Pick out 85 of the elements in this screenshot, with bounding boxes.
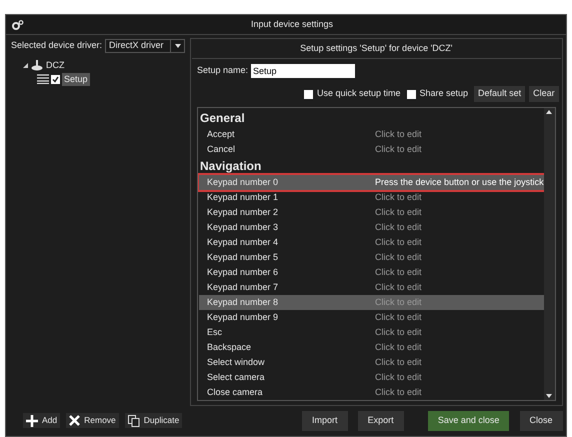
binding-value: Click to edit: [375, 128, 422, 141]
binding-value: Click to edit: [375, 190, 422, 204]
toolbar-button[interactable]: Duplicate: [124, 413, 182, 428]
setup-name-field[interactable]: Setup: [251, 64, 356, 78]
binding-row[interactable]: Select camera Click to edit: [199, 370, 544, 385]
binding-row[interactable]: Keypad number 2 Click to edit: [199, 205, 544, 220]
action-name: Close camera: [206, 386, 264, 399]
action-name: Keypad number 4: [206, 236, 280, 249]
binding-value: Click to edit: [375, 142, 422, 156]
action-name: Keypad number 9: [206, 310, 280, 324]
binding-row[interactable]: Keypad number 8 Click to edit: [199, 295, 544, 310]
dialog-button[interactable]: Save and close: [428, 411, 510, 431]
binding-value: Click to edit: [375, 280, 422, 294]
option-label[interactable]: Share setup: [420, 87, 468, 101]
scroll-down-icon[interactable]: [546, 394, 552, 398]
binding-value: Click to edit: [375, 326, 422, 339]
joystick-icon: [31, 60, 43, 72]
checkbox[interactable]: [406, 90, 416, 98]
copy-icon: [128, 414, 140, 426]
binding-value: Click to edit: [375, 340, 422, 354]
action-name: Keypad number 3: [206, 220, 280, 234]
binding-value: Click to edit: [375, 370, 422, 384]
scrollbar[interactable]: [544, 108, 555, 400]
binding-row[interactable]: Keypad number 6 Click to edit: [199, 265, 544, 280]
expander-icon[interactable]: [23, 63, 28, 68]
binding-row[interactable]: Keypad number 7 Click to edit: [199, 280, 544, 295]
close-icon: [69, 415, 80, 426]
action-name: Keypad number 6: [206, 266, 280, 279]
option-button[interactable]: Default set: [474, 86, 526, 102]
binding-row[interactable]: Keypad number 9 Click to edit: [199, 310, 544, 325]
binding-row[interactable]: Close camera Click to edit: [199, 385, 544, 400]
binding-row[interactable]: Select window Click to edit: [199, 355, 544, 370]
binding-value: Click to edit: [375, 220, 422, 234]
binding-value: Click to edit: [375, 236, 422, 249]
binding-row[interactable]: Keypad number 1 Click to edit: [199, 190, 544, 205]
group-heading: Navigation: [199, 158, 262, 175]
action-name: Cancel: [206, 142, 236, 156]
action-name: Esc: [206, 326, 224, 339]
binding-value: Click to edit: [375, 356, 422, 369]
toolbar-button[interactable]: Remove: [66, 413, 119, 428]
dialog-button[interactable]: Import: [302, 411, 348, 431]
binding-value: Click to edit: [375, 386, 422, 399]
dialog-button[interactable]: Close: [520, 411, 563, 431]
toolbar-button[interactable]: Add: [23, 413, 60, 428]
panel-title: Setup settings 'Setup' for device 'DCZ': [192, 39, 561, 59]
action-name: Keypad number 7: [206, 280, 280, 294]
action-name: Keypad number 2: [206, 206, 280, 219]
binding-value: Click to edit: [375, 206, 422, 219]
action-name: Backspace: [206, 340, 252, 354]
binding-row[interactable]: Esc Click to edit: [199, 325, 544, 340]
binding-row[interactable]: Cancel Click to edit: [199, 142, 544, 157]
binding-value: Press the device button or use the joystick: [375, 176, 544, 189]
action-name: Keypad number 1: [206, 190, 280, 204]
checkbox[interactable]: [51, 74, 60, 84]
binding-value: Click to edit: [375, 296, 422, 309]
binding-value: Click to edit: [375, 310, 422, 324]
action-name: Keypad number 0: [206, 176, 280, 189]
option-label[interactable]: Use quick setup time: [316, 87, 400, 101]
binding-value: Click to edit: [375, 266, 422, 279]
action-name: Select camera: [206, 370, 266, 384]
binding-row[interactable]: Keypad number 5 Click to edit: [199, 250, 544, 265]
plus-icon: [26, 414, 38, 426]
scroll-up-icon[interactable]: [546, 110, 552, 114]
binding-row[interactable]: Backspace Click to edit: [199, 340, 544, 355]
dialog-button[interactable]: Export: [358, 411, 404, 431]
action-name: Accept: [206, 128, 236, 141]
binding-row[interactable]: Accept Click to edit: [199, 127, 544, 142]
driver-label: Selected device driver:: [11, 39, 102, 52]
window-title: Input device settings: [250, 18, 334, 31]
list-icon: [37, 74, 49, 84]
binding-row[interactable]: Keypad number 3 Click to edit: [199, 220, 544, 235]
checkbox[interactable]: [304, 90, 313, 98]
tree-item[interactable]: Setup: [62, 72, 90, 86]
binding-row[interactable]: Keypad number 4 Click to edit: [199, 235, 544, 250]
caret-icon: [174, 44, 180, 48]
action-name: Keypad number 5: [206, 250, 280, 264]
driver-dropdown[interactable]: DirectX driver: [105, 39, 185, 53]
action-name: Select window: [206, 356, 266, 369]
binding-row[interactable]: Keypad number 0 Press the device button or use the joystick: [199, 175, 544, 190]
action-name: Keypad number 8: [206, 296, 280, 309]
group-heading: General: [199, 110, 246, 127]
option-button[interactable]: Clear: [529, 86, 559, 102]
binding-value: Click to edit: [375, 250, 422, 264]
tree-item[interactable]: DCZ: [46, 59, 64, 72]
setup-name-label: Setup name:: [197, 64, 248, 78]
